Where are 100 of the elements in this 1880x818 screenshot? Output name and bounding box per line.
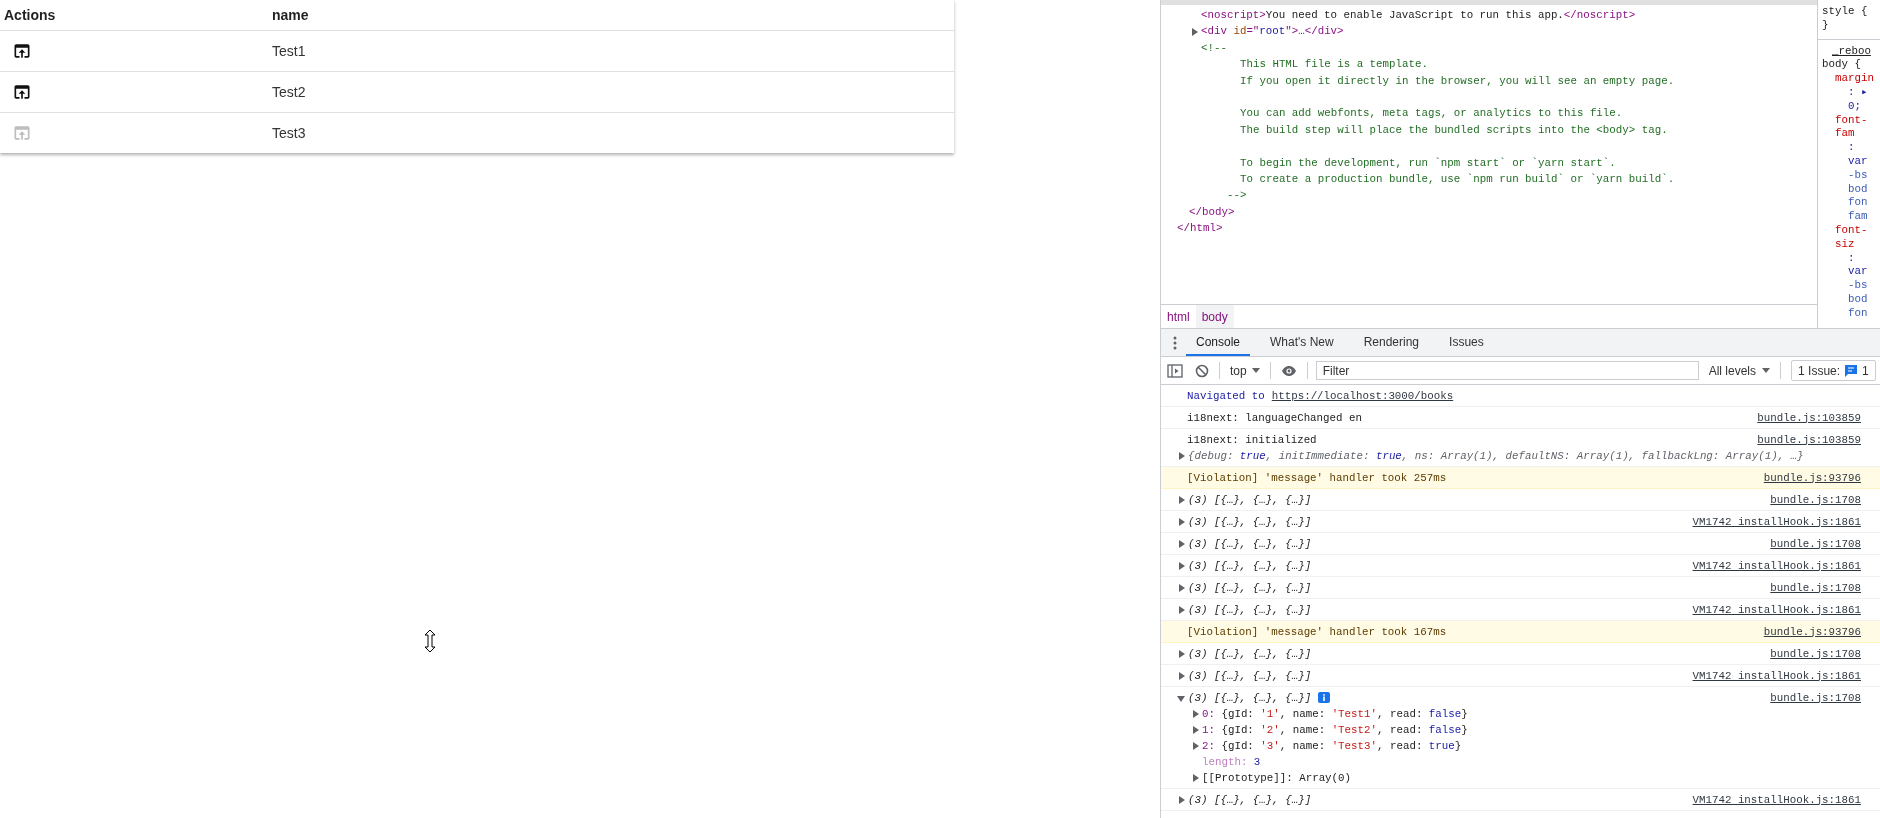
array-preview[interactable]: (3) [{…}, {…}, {…}]: [1188, 557, 1312, 574]
comment-line: The build step will place the bundled scripts into the <body> tag.: [1240, 122, 1668, 138]
array-preview[interactable]: (3) [{…}, {…}, {…}]: [1188, 791, 1312, 808]
array-preview[interactable]: (3) [{…}, {…}, {…}]: [1188, 667, 1312, 684]
issues-button[interactable]: 1 Issue: 1: [1791, 360, 1876, 381]
source-link[interactable]: bundle.js:1708: [1770, 689, 1861, 706]
css-text: fon: [1847, 196, 1868, 211]
filter-field[interactable]: Filter: [1315, 361, 1699, 380]
source-link[interactable]: bundle.js:93796: [1763, 623, 1861, 640]
dom-node-line[interactable]: </body>: [1189, 203, 1817, 221]
breadcrumb[interactable]: html: [1161, 305, 1196, 328]
css-text: style {: [1821, 5, 1868, 19]
property-line[interactable]: [[Prototype]]: Array(0): [1202, 769, 1352, 786]
message-icon: [1845, 364, 1858, 377]
caret-icon: [1762, 368, 1771, 373]
source-link[interactable]: bundle.js:1708: [1770, 645, 1861, 662]
css-text: bod: [1847, 182, 1868, 197]
expand-triangle-icon[interactable]: [1177, 671, 1185, 680]
context-selector[interactable]: top: [1224, 363, 1266, 378]
object-preview[interactable]: {debug: true, initImmediate: true, ns: Array(1), defaultNS: Array(1), fallbackLng: Array(1), …}: [1188, 447, 1804, 464]
css-text: fam: [1834, 127, 1855, 142]
property-line: length: 3: [1201, 754, 1261, 770]
css-text: margin: [1834, 72, 1874, 86]
stylesheet-link[interactable]: _reboo: [1818, 44, 1871, 59]
expand-triangle-icon[interactable]: [1177, 795, 1185, 804]
array-preview[interactable]: (3) [{…}, {…}, {…}]: [1188, 601, 1312, 618]
source-link[interactable]: VM1742 installHook.js:1861: [1692, 557, 1861, 574]
drawer-tab[interactable]: Rendering: [1353, 329, 1430, 356]
source-link[interactable]: VM1742 installHook.js:1861: [1692, 791, 1861, 808]
collapse-triangle-icon[interactable]: [1177, 693, 1185, 702]
expand-triangle-icon[interactable]: [1177, 495, 1185, 504]
caret-icon: [1251, 368, 1260, 373]
array-preview[interactable]: (3) [{…}, {…}, {…}]: [1188, 689, 1312, 706]
expand-triangle-icon[interactable]: [1191, 725, 1199, 734]
source-link[interactable]: bundle.js:93796: [1763, 469, 1861, 486]
source-link[interactable]: VM1742 installHook.js:1861: [1692, 513, 1861, 530]
expand-triangle-icon[interactable]: [1177, 517, 1185, 526]
expand-triangle-icon[interactable]: [1190, 27, 1198, 36]
css-text: siz: [1834, 237, 1855, 252]
css-text: :: [1847, 141, 1855, 155]
table-cell: Test2: [272, 84, 306, 100]
source-link[interactable]: bundle.js:1708: [1770, 491, 1861, 508]
expand-triangle-icon[interactable]: [1177, 583, 1185, 592]
css-text: -bs: [1847, 279, 1868, 293]
comment-line: To create a production bundle, use `npm run build` or `yarn build`.: [1240, 172, 1675, 188]
css-text: -bs: [1847, 168, 1868, 183]
drawer-tab[interactable]: Console: [1186, 329, 1251, 356]
property-line[interactable]: 1: {gId: '2', name: 'Test2', read: false}: [1202, 721, 1468, 738]
source-link[interactable]: bundle.js:1708: [1770, 535, 1861, 552]
array-preview[interactable]: (3) [{…}, {…}, {…}]: [1188, 513, 1312, 530]
console-message: [Violation] 'message' handler took 257ms: [1187, 470, 1447, 486]
drawer-tab[interactable]: What's New: [1260, 329, 1344, 356]
sidebar-toggle-icon[interactable]: [1167, 363, 1183, 378]
dom-node-line[interactable]: <noscript>You need to enable JavaScript to run this app.</noscript>: [1201, 7, 1636, 24]
expand-triangle-icon[interactable]: [1177, 605, 1185, 614]
css-text: var: [1847, 265, 1868, 280]
css-text: var: [1847, 154, 1868, 169]
column-header: name: [272, 7, 309, 23]
array-preview[interactable]: (3) [{…}, {…}, {…}]: [1188, 535, 1312, 552]
comment-line: If you open it directly in the browser, you will see an empty page.: [1240, 73, 1675, 89]
window-arrow-icon: [14, 85, 30, 99]
url-link[interactable]: https://localhost:3000/books: [1271, 387, 1454, 404]
more-menu-icon[interactable]: [1173, 335, 1177, 350]
column-header: Actions: [4, 7, 56, 23]
expand-triangle-icon[interactable]: [1191, 741, 1199, 750]
source-link[interactable]: VM1742 installHook.js:1861: [1692, 601, 1861, 618]
expand-triangle-icon[interactable]: [1177, 649, 1185, 658]
expand-triangle-icon[interactable]: [1177, 539, 1185, 548]
css-text: 0;: [1847, 99, 1861, 114]
window-arrow-icon: [14, 126, 30, 140]
resize-cursor-icon: [424, 630, 436, 653]
array-preview[interactable]: (3) [{…}, {…}, {…}]: [1188, 491, 1312, 508]
drawer-tab[interactable]: Issues: [1439, 329, 1494, 356]
source-link[interactable]: bundle.js:103859: [1757, 431, 1861, 448]
property-line[interactable]: 0: {gId: '1', name: 'Test1', read: false}: [1202, 705, 1468, 722]
log-levels-dropdown[interactable]: All levels: [1702, 363, 1777, 378]
array-preview[interactable]: (3) [{…}, {…}, {…}]: [1188, 645, 1312, 662]
breadcrumb[interactable]: body: [1195, 305, 1234, 328]
css-text: bod: [1847, 292, 1868, 307]
table-cell: Test1: [272, 43, 306, 59]
source-link[interactable]: bundle.js:103859: [1757, 409, 1861, 426]
css-text: }: [1821, 18, 1829, 33]
expand-triangle-icon[interactable]: [1177, 451, 1185, 460]
expand-triangle-icon[interactable]: [1191, 773, 1199, 782]
expand-triangle-icon[interactable]: [1191, 709, 1199, 718]
comment-line: -->: [1226, 188, 1247, 204]
comment-line: You can add webfonts, meta tags, or analytics to this file.: [1240, 106, 1623, 122]
eye-icon[interactable]: [1280, 363, 1297, 378]
clear-console-icon[interactable]: [1195, 363, 1209, 378]
css-text: fam: [1847, 210, 1868, 224]
expand-triangle-icon[interactable]: [1177, 561, 1185, 570]
source-link[interactable]: VM1742 installHook.js:1861: [1692, 667, 1861, 684]
comment-line: <!--: [1201, 40, 1227, 56]
dom-node-line[interactable]: <div id="root">…</div>: [1201, 23, 1344, 40]
dom-node-line[interactable]: </html>: [1177, 220, 1817, 237]
source-link[interactable]: bundle.js:1708: [1770, 579, 1861, 596]
property-line[interactable]: 2: {gId: '3', name: 'Test3', read: true}: [1202, 737, 1462, 754]
array-preview[interactable]: (3) [{…}, {…}, {…}]: [1188, 579, 1312, 596]
console-message: [Violation] 'message' handler took 167ms: [1187, 624, 1447, 640]
info-icon: [1318, 692, 1331, 703]
